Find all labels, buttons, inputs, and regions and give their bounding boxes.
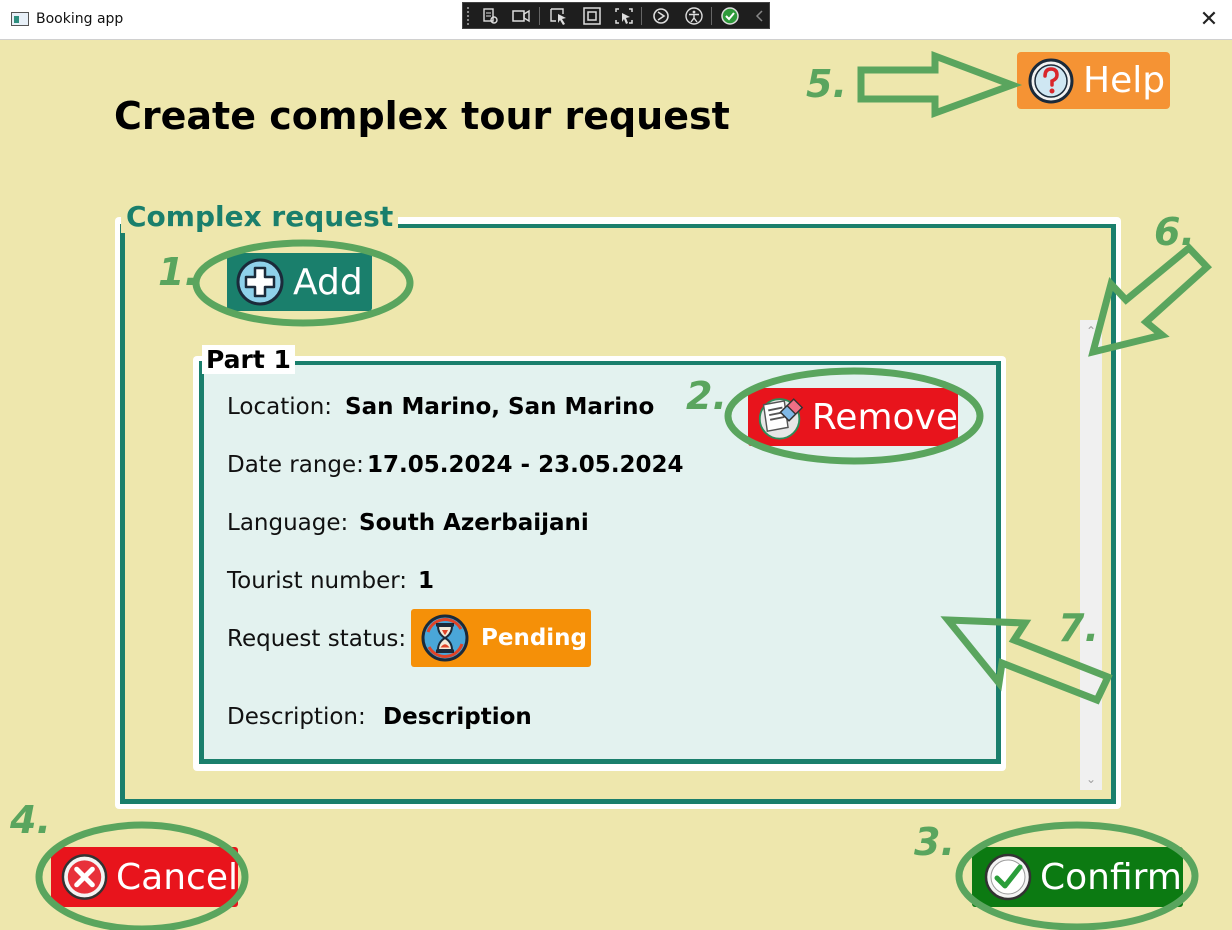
- remove-label: Remove: [811, 396, 958, 438]
- status-badge: Pending: [411, 609, 591, 667]
- add-label: Add: [293, 261, 363, 303]
- scroll-down-icon[interactable]: ⌄: [1080, 770, 1102, 788]
- annotation-number-1: 1.: [158, 250, 199, 294]
- add-part-button[interactable]: Add: [227, 253, 372, 311]
- status-value: Pending: [481, 625, 588, 651]
- annotation-number-2: 2.: [686, 374, 727, 418]
- window-title: Booking app: [36, 11, 124, 27]
- display-layout-adorners-icon[interactable]: [581, 6, 603, 26]
- language-label: Language:: [227, 510, 349, 536]
- toolbar-separator: [711, 7, 712, 25]
- confirm-label: Confirm: [1040, 856, 1182, 898]
- accessibility-icon[interactable]: [683, 6, 705, 26]
- video-camera-icon[interactable]: [510, 6, 532, 26]
- toolbar-separator: [641, 7, 642, 25]
- annotation-number-3: 3.: [914, 820, 955, 864]
- live-visual-tree-icon[interactable]: [479, 6, 501, 26]
- request-status-label: Request status:: [227, 626, 407, 652]
- app-icon: [11, 12, 29, 26]
- eraser-icon: [758, 398, 804, 440]
- complex-request-legend: Complex request: [121, 200, 399, 233]
- hot-reload-icon[interactable]: [650, 6, 672, 26]
- track-focused-element-icon[interactable]: [613, 6, 635, 26]
- description-value: Description: [383, 704, 532, 730]
- toolbar-separator: [539, 7, 540, 25]
- tourist-number-label: Tourist number:: [227, 568, 408, 594]
- scroll-up-icon[interactable]: ⌃: [1080, 322, 1102, 340]
- check-status-icon[interactable]: [719, 6, 741, 26]
- location-value: San Marino, San Marino: [345, 394, 655, 420]
- date-range-label: Date range:: [227, 452, 364, 478]
- help-button[interactable]: Help: [1017, 52, 1170, 109]
- annotation-number-6: 6.: [1154, 210, 1195, 254]
- hourglass-icon: [421, 614, 469, 662]
- window-close-button[interactable]: ✕: [1194, 5, 1224, 35]
- annotation-number-5: 5.: [806, 62, 847, 106]
- description-label: Description:: [227, 704, 366, 730]
- part-legend: Part 1: [202, 345, 295, 374]
- date-range-value: 17.05.2024 - 23.05.2024: [367, 452, 684, 478]
- language-value: South Azerbaijani: [359, 510, 589, 536]
- annotation-arrow-help: [857, 50, 1023, 118]
- location-label: Location:: [227, 394, 333, 420]
- select-element-icon[interactable]: [548, 6, 570, 26]
- annotation-number-4: 4.: [10, 798, 51, 842]
- toolbar-grip[interactable]: [467, 7, 471, 25]
- cancel-button[interactable]: Cancel: [51, 847, 238, 907]
- cancel-label: Cancel: [116, 856, 238, 898]
- question-icon: [1028, 58, 1074, 103]
- collapse-toolbar-icon[interactable]: [749, 6, 771, 26]
- vertical-scrollbar[interactable]: ⌃ ⌄: [1080, 320, 1102, 790]
- confirm-button[interactable]: Confirm: [972, 847, 1183, 907]
- cancel-x-icon: [61, 854, 108, 900]
- tourist-number-value: 1: [418, 568, 435, 594]
- annotation-number-7: 7.: [1058, 606, 1099, 650]
- debug-toolbar: [462, 2, 770, 29]
- checkmark-icon: [984, 853, 1032, 901]
- page-title: Create complex tour request: [114, 94, 730, 138]
- remove-part-button[interactable]: Remove: [748, 388, 958, 446]
- plus-icon: [236, 258, 284, 306]
- help-label: Help: [1083, 60, 1166, 101]
